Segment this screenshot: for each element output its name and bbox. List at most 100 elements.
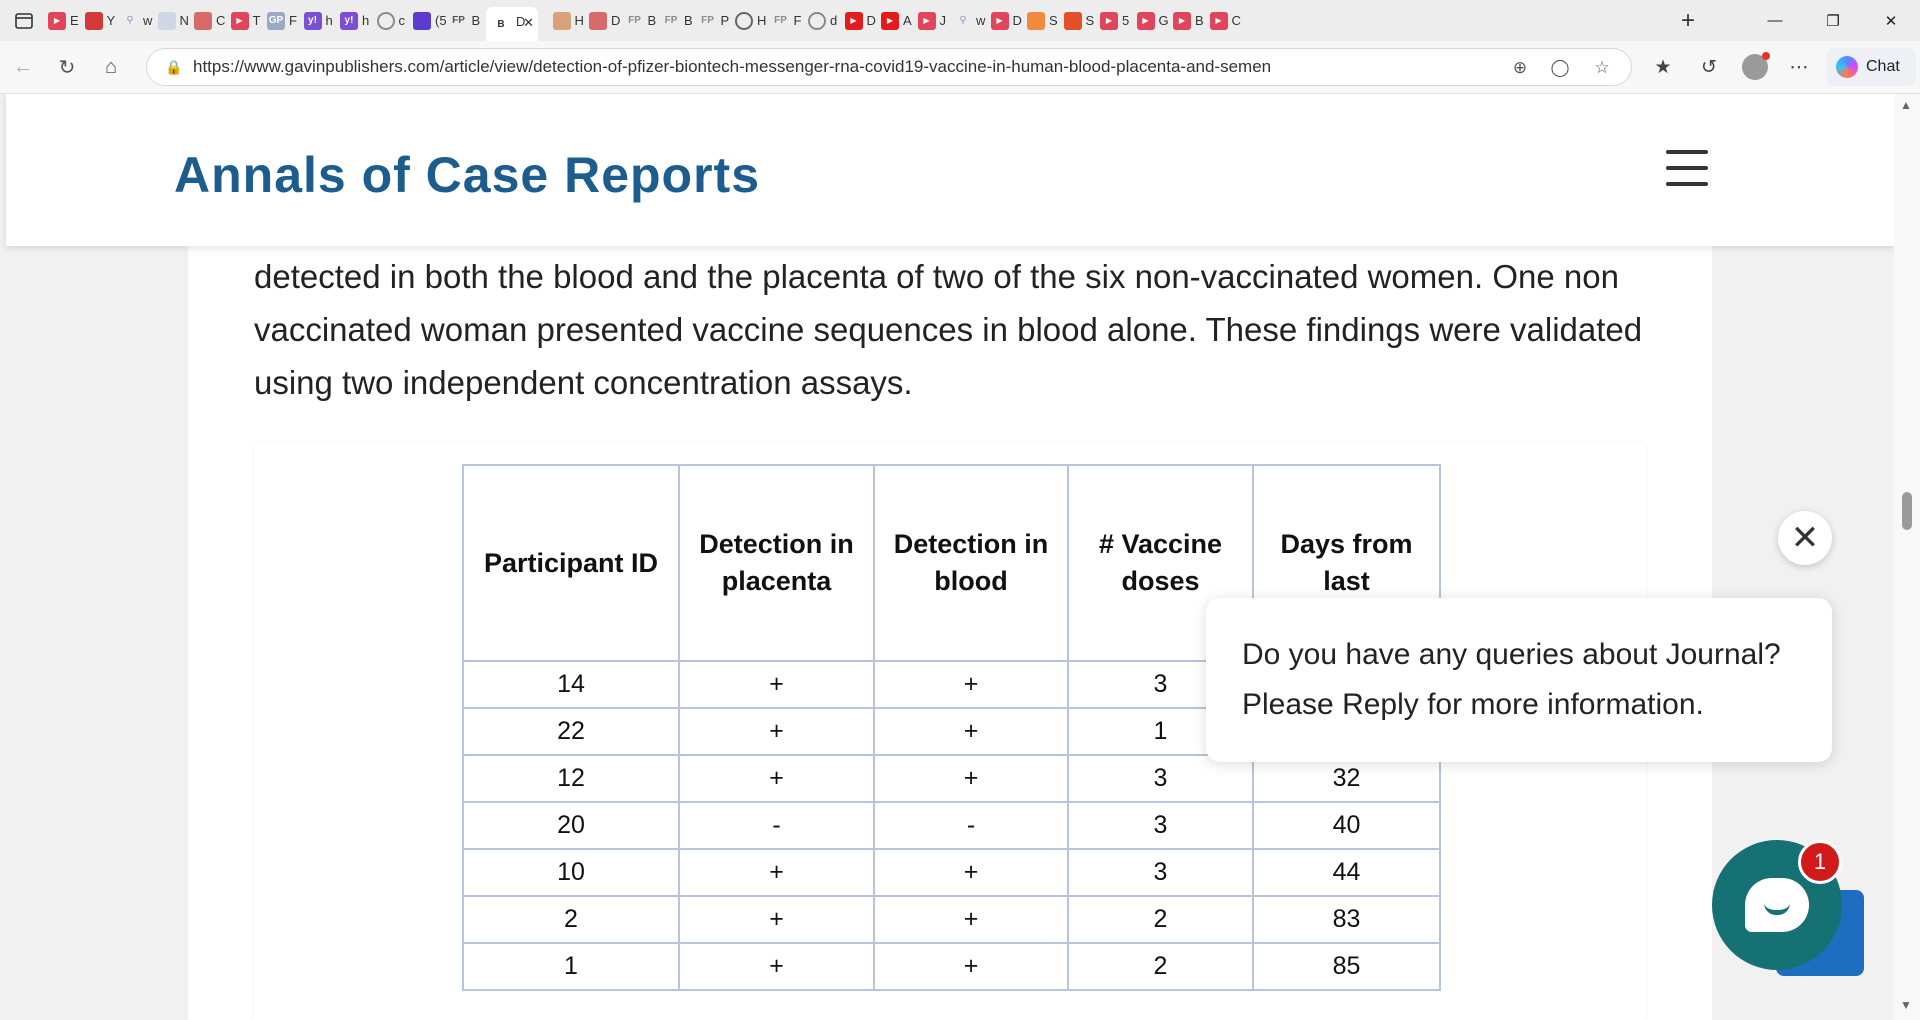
browser-tab[interactable]: H bbox=[552, 6, 584, 36]
favorites-icon[interactable]: ★ bbox=[1644, 48, 1682, 86]
table-cell: 20 bbox=[462, 801, 680, 850]
browser-tab[interactable]: ▶ D bbox=[844, 6, 876, 36]
minimize-button[interactable]: — bbox=[1746, 0, 1804, 41]
fp-icon: FP bbox=[774, 15, 787, 26]
restore-button[interactable]: ❐ bbox=[1804, 0, 1862, 41]
table-cell: 85 bbox=[1252, 942, 1441, 991]
page-scrollbar[interactable]: ▲ ▼ bbox=[1894, 94, 1920, 1020]
browser-tab[interactable]: ▶ J bbox=[917, 6, 946, 36]
url-text[interactable]: https://www.gavinpublishers.com/article/… bbox=[193, 57, 1271, 77]
youtube-icon: ▶ bbox=[1136, 11, 1155, 30]
address-bar[interactable]: 🔒 https://www.gavinpublishers.com/articl… bbox=[146, 48, 1632, 86]
table-cell: 32 bbox=[1252, 754, 1441, 803]
tab-title: h bbox=[325, 12, 333, 28]
fp-icon: FP bbox=[452, 15, 465, 26]
tab-title: B bbox=[684, 12, 693, 28]
chat-popup-message[interactable]: Do you have any queries about Journal? P… bbox=[1206, 598, 1832, 762]
browser-tab[interactable]: ▶ E bbox=[48, 6, 79, 36]
scrollbar-thumb[interactable] bbox=[1902, 492, 1912, 530]
browser-tab[interactable]: ▶ C bbox=[1209, 6, 1241, 36]
browser-tab[interactable]: ▶ G bbox=[1136, 6, 1169, 36]
browser-tab[interactable]: N bbox=[157, 6, 189, 36]
table-row: 10 + +3 44 bbox=[462, 848, 1441, 897]
table-cell: - bbox=[873, 801, 1069, 850]
popup-close-button[interactable]: ✕ bbox=[1778, 511, 1832, 565]
blank-icon bbox=[157, 11, 176, 30]
tab-title: G bbox=[1158, 12, 1169, 28]
copilot-chat-button[interactable]: Chat bbox=[1826, 48, 1916, 86]
browser-tab[interactable]: ▶ A bbox=[881, 6, 912, 36]
browser-tab[interactable]: d bbox=[808, 6, 837, 36]
browser-tab[interactable]: FP B bbox=[662, 6, 693, 36]
profile-avatar[interactable] bbox=[1736, 48, 1774, 86]
browser-tab[interactable]: FP B bbox=[626, 6, 656, 36]
browser-tab[interactable]: S bbox=[1063, 6, 1094, 36]
tab-strip: ▶ E Y ⚲ w N C ▶ T GP Fy! h y! h c (5 FP B B D ✕ H D FP B FP B FP P H F… bbox=[0, 0, 1920, 41]
browser-tab[interactable]: ▶ B bbox=[1173, 6, 1204, 36]
table-cell: + bbox=[873, 848, 1069, 897]
browser-tab[interactable]: GP F bbox=[267, 6, 297, 36]
header-detection-blood: Detection in blood bbox=[873, 464, 1069, 662]
tab-title: S bbox=[1085, 12, 1095, 28]
table-row: 20- -3 40 bbox=[462, 801, 1441, 850]
yahoo-icon: y! bbox=[303, 11, 322, 30]
browser-tab[interactable]: S bbox=[1027, 6, 1058, 36]
more-menu-icon[interactable]: ⋯ bbox=[1780, 48, 1818, 86]
fp-icon: FP bbox=[701, 15, 714, 26]
browser-tab[interactable]: FP B bbox=[450, 6, 480, 36]
browser-tab[interactable]: Y bbox=[84, 6, 115, 36]
close-tab-icon[interactable]: ✕ bbox=[523, 15, 534, 31]
window-controls: — ❐ ✕ bbox=[1746, 0, 1920, 41]
scroll-up-arrow-icon[interactable]: ▲ bbox=[1900, 98, 1912, 112]
browser-tab[interactable]: ⚲ w bbox=[121, 6, 152, 36]
favorite-star-icon[interactable]: ☆ bbox=[1589, 55, 1615, 81]
tab-title: C bbox=[1231, 12, 1241, 28]
youtube-icon: ▶ bbox=[1100, 11, 1118, 30]
scroll-down-arrow-icon[interactable]: ▼ bbox=[1900, 998, 1912, 1012]
history-icon[interactable]: ↺ bbox=[1690, 48, 1728, 86]
table-row: 12 + +3 32 bbox=[462, 754, 1441, 803]
table-cell: 1 bbox=[462, 942, 680, 991]
browser-tab[interactable]: ▶ 5 bbox=[1100, 6, 1129, 36]
arrow-icon bbox=[589, 11, 607, 30]
tab-actions-button[interactable] bbox=[0, 0, 48, 41]
table-cell: 3 bbox=[1067, 801, 1254, 850]
browser-tab[interactable]: ▶ D bbox=[990, 6, 1022, 36]
browser-tab[interactable]: ⚲ w bbox=[954, 6, 985, 36]
close-window-button[interactable]: ✕ bbox=[1862, 0, 1920, 41]
table-row: 1 + +2 85 bbox=[462, 942, 1441, 991]
refresh-button[interactable]: ↻ bbox=[46, 47, 88, 87]
youtube-icon: ▶ bbox=[1209, 11, 1228, 30]
new-tab-button[interactable]: + bbox=[1670, 3, 1706, 39]
site-title[interactable]: Annals of Case Reports bbox=[174, 146, 760, 204]
tab-title: D bbox=[611, 12, 621, 28]
tab-title: F bbox=[793, 12, 802, 28]
browser-tab[interactable]: B D ✕ bbox=[486, 7, 538, 41]
tab-title: A bbox=[903, 12, 912, 28]
hamburger-menu-icon[interactable] bbox=[1666, 150, 1708, 186]
back-button[interactable]: ← bbox=[2, 47, 44, 87]
browser-tab[interactable]: y! h bbox=[340, 6, 369, 36]
table-cell: 2 bbox=[462, 895, 680, 944]
tab-title: D bbox=[866, 12, 876, 28]
browser-tab[interactable]: c bbox=[376, 6, 405, 36]
fp-icon: FP bbox=[628, 15, 641, 26]
browser-tab[interactable]: D bbox=[589, 6, 620, 36]
table-cell: + bbox=[678, 895, 875, 944]
table-cell: + bbox=[873, 754, 1069, 803]
browser-tab[interactable]: ▶ T bbox=[230, 6, 260, 36]
home-button[interactable]: ⌂ bbox=[90, 47, 132, 87]
reader-icon[interactable]: ◯ bbox=[1547, 55, 1573, 81]
site-header: Annals of Case Reports bbox=[6, 94, 1896, 246]
zoom-icon[interactable]: ⊕ bbox=[1507, 55, 1533, 81]
browser-tab[interactable]: FP P bbox=[699, 6, 729, 36]
browser-tab[interactable]: FP F bbox=[772, 6, 801, 36]
browser-tab[interactable]: y! h bbox=[303, 6, 333, 36]
browser-tab[interactable]: H bbox=[735, 6, 766, 36]
tab-title: B bbox=[1195, 12, 1204, 28]
popup-line-2: Please Reply for more information. bbox=[1242, 688, 1704, 721]
tab-title: B bbox=[647, 12, 657, 28]
chat-widget[interactable]: 1 bbox=[1712, 840, 1864, 976]
browser-tab[interactable]: C bbox=[194, 6, 225, 36]
browser-tab[interactable]: (5 bbox=[413, 6, 447, 36]
